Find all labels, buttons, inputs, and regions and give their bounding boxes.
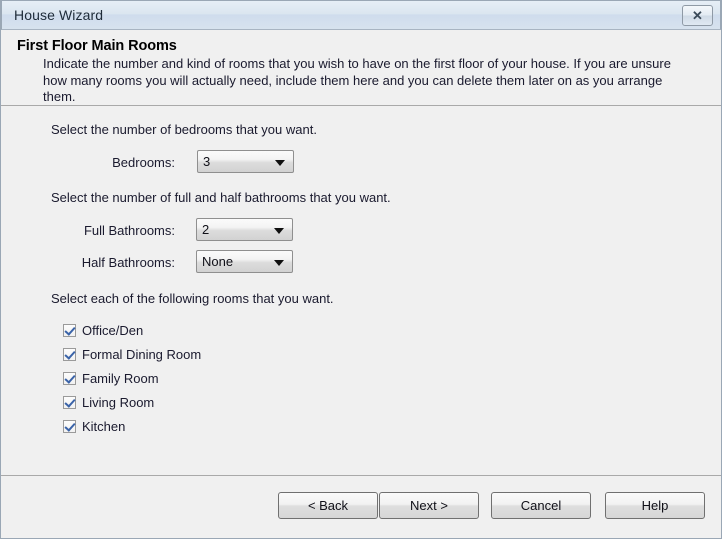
checkbox-label: Formal Dining Room — [82, 346, 202, 362]
bathrooms-prompt: Select the number of full and half bathr… — [51, 190, 391, 205]
bedrooms-dropdown-value: 3 — [203, 154, 211, 169]
checkbox-living-room[interactable]: Living Room — [63, 392, 154, 412]
full-bathrooms-dropdown-value: 2 — [202, 222, 210, 237]
checkbox-family-room[interactable]: Family Room — [63, 368, 159, 388]
checkmark-icon — [63, 323, 76, 337]
help-button[interactable]: Help — [605, 492, 705, 519]
titlebar: House Wizard ✕ — [1, 0, 721, 30]
checkbox-label: Office/Den — [82, 322, 144, 338]
checkbox-kitchen[interactable]: Kitchen — [63, 416, 125, 436]
footer-button-bar: < Back Next > Cancel Help — [1, 476, 721, 537]
checkmark-icon — [63, 371, 76, 385]
page-title: First Floor Main Rooms — [17, 38, 177, 54]
full-bathrooms-field-label: Full Bathrooms: — [83, 223, 175, 238]
cancel-button[interactable]: Cancel — [491, 492, 591, 519]
half-bathrooms-dropdown[interactable]: None — [196, 250, 293, 273]
checkbox-label: Kitchen — [82, 418, 126, 434]
checkmark-icon — [63, 395, 76, 409]
page-description: Indicate the number and kind of rooms th… — [43, 56, 671, 104]
close-icon[interactable]: ✕ — [682, 5, 713, 26]
chevron-down-icon — [274, 260, 284, 266]
window-title: House Wizard — [14, 7, 104, 23]
main-content: Select the number of bedrooms that you w… — [1, 106, 721, 475]
close-glyph: ✕ — [692, 8, 703, 23]
checkbox-label: Family Room — [82, 370, 159, 386]
checkbox-formal-dining-room[interactable]: Formal Dining Room — [63, 344, 201, 364]
checkbox-label: Living Room — [82, 394, 155, 410]
back-button[interactable]: < Back — [278, 492, 378, 519]
bedrooms-field-label: Bedrooms: — [112, 155, 175, 170]
checkmark-icon — [63, 347, 76, 361]
checkmark-icon — [63, 419, 76, 433]
chevron-down-icon — [274, 228, 284, 234]
bedrooms-dropdown[interactable]: 3 — [197, 150, 294, 173]
next-button[interactable]: Next > — [379, 492, 479, 519]
bedrooms-prompt: Select the number of bedrooms that you w… — [51, 122, 317, 137]
half-bathrooms-field-label: Half Bathrooms: — [81, 255, 175, 270]
checkbox-office-den[interactable]: Office/Den — [63, 320, 143, 340]
rooms-prompt: Select each of the following rooms that … — [51, 291, 334, 306]
chevron-down-icon — [275, 160, 285, 166]
house-wizard-window: House Wizard ✕ First Floor Main Rooms In… — [0, 0, 722, 539]
full-bathrooms-dropdown[interactable]: 2 — [196, 218, 293, 241]
header-block: First Floor Main Rooms Indicate the numb… — [1, 30, 721, 112]
half-bathrooms-dropdown-value: None — [202, 254, 234, 269]
